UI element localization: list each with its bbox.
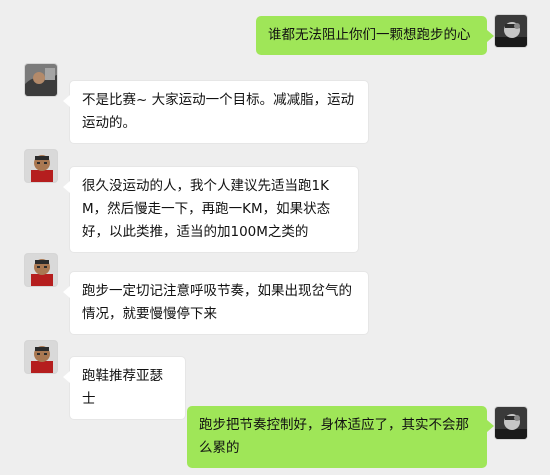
- user-avatar[interactable]: [494, 14, 528, 48]
- user-avatar-image: [495, 15, 527, 47]
- contact-avatar-image: [25, 64, 57, 96]
- contact-avatar-image: [25, 254, 57, 286]
- contact-avatar[interactable]: [24, 149, 58, 183]
- user-avatar-image: [495, 407, 527, 439]
- message-bubble-incoming[interactable]: 不是比赛~ 大家运动一个目标。减减脂，运动运动的。: [63, 80, 369, 144]
- user-avatar[interactable]: [494, 406, 528, 440]
- contact-avatar[interactable]: [24, 63, 58, 97]
- message-text: 跑步把节奏控制好，身体适应了，其实不会那么累的: [199, 417, 469, 456]
- message-text: 谁都无法阻止你们一颗想跑步的心: [268, 27, 471, 43]
- message-bubble-incoming[interactable]: 跑鞋推荐亚瑟士: [63, 356, 186, 420]
- contact-avatar-image: [25, 150, 57, 182]
- message-text: 很久没运动的人，我个人建议先适当跑1KM，然后慢走一下，再跑一KM，如果状态好，…: [82, 178, 331, 240]
- contact-avatar[interactable]: [24, 340, 58, 374]
- chat-window: 谁都无法阻止你们一颗想跑步的心 不是比赛~ 大家运动一个目标。减减脂，运动运动的…: [0, 0, 550, 475]
- message-bubble-outgoing[interactable]: 谁都无法阻止你们一颗想跑步的心: [256, 16, 494, 55]
- message-text: 跑步一定切记注意呼吸节奏，如果出现岔气的情况，就要慢慢停下来: [82, 283, 352, 322]
- message-text: 不是比赛~ 大家运动一个目标。减减脂，运动运动的。: [82, 92, 355, 131]
- message-bubble-incoming[interactable]: 很久没运动的人，我个人建议先适当跑1KM，然后慢走一下，再跑一KM，如果状态好，…: [63, 166, 359, 253]
- message-text: 跑鞋推荐亚瑟士: [82, 368, 163, 407]
- message-bubble-incoming[interactable]: 跑步一定切记注意呼吸节奏，如果出现岔气的情况，就要慢慢停下来: [63, 271, 369, 335]
- contact-avatar-image: [25, 341, 57, 373]
- message-bubble-outgoing[interactable]: 跑步把节奏控制好，身体适应了，其实不会那么累的: [187, 406, 494, 468]
- contact-avatar[interactable]: [24, 253, 58, 287]
